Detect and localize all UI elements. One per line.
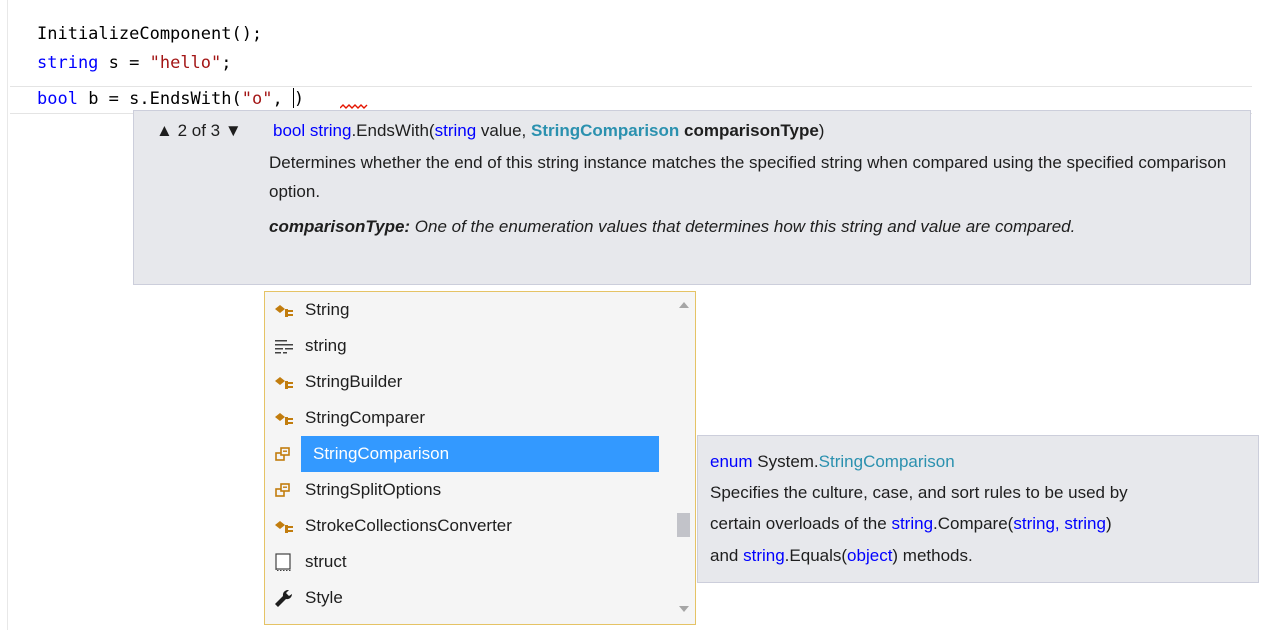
return-type: bool	[273, 121, 306, 140]
param1-name: value,	[476, 121, 531, 140]
text-run: .Compare(	[933, 514, 1014, 533]
list-item-selected[interactable]: StringComparison	[275, 436, 659, 472]
overload-navigator: ▲ 2 of 3 ▼	[156, 121, 242, 141]
wrench-icon	[271, 587, 297, 609]
owner-type: string	[309, 121, 352, 140]
text-run: )	[1105, 514, 1112, 533]
namespace: System.	[752, 452, 819, 471]
param1-type: string	[434, 121, 477, 140]
code-text: InitializeComponent();	[37, 24, 263, 44]
list-item[interactable]: string	[271, 328, 659, 364]
code-line-3[interactable]: bool b = s.EndsWith("o", )	[37, 88, 304, 110]
list-item[interactable]: StringSplitOptions	[271, 472, 659, 508]
signature-help-tooltip: ▲ 2 of 3 ▼ bool string.EndsWith(string v…	[133, 110, 1251, 285]
method-signature: bool string.EndsWith(string value, Strin…	[273, 121, 824, 141]
list-item[interactable]: StrokeCollectionsConverter	[271, 508, 659, 544]
enum-icon	[271, 443, 297, 465]
parameter-text: One of the enumeration values that deter…	[410, 217, 1076, 236]
editor-margin	[7, 0, 8, 630]
type-name: StringComparison	[818, 452, 955, 471]
scroll-up-icon[interactable]	[679, 302, 689, 308]
text-run: and	[710, 546, 744, 565]
list-item[interactable]: String	[271, 292, 659, 328]
scrollbar-thumb[interactable]	[677, 513, 690, 537]
list-item-label: StringComparer	[305, 408, 425, 427]
param2-type: StringComparison	[530, 121, 680, 140]
list-item[interactable]: StringBuilder	[271, 364, 659, 400]
code-text: ,	[272, 89, 293, 109]
completion-scrollbar[interactable]	[673, 292, 695, 624]
list-item[interactable]: Style	[271, 580, 659, 616]
list-item-label: StrokeCollectionsConverter	[305, 516, 512, 535]
quick-info-text: and string.Equals(object) methods.	[710, 546, 973, 566]
type-link: string, string	[1013, 514, 1106, 533]
type-link: object	[847, 546, 893, 565]
method-description: Determines whether the end of this strin…	[269, 153, 1227, 201]
class-icon	[271, 371, 297, 393]
list-item-label: struct	[305, 552, 347, 571]
previous-overload-button[interactable]: ▲	[156, 121, 173, 140]
list-item[interactable]: StringComparer	[271, 400, 659, 436]
code-text: b = s.EndsWith(	[77, 89, 242, 109]
list-item-label: Style	[305, 588, 343, 607]
code-line-1[interactable]: InitializeComponent();	[37, 23, 262, 45]
code-editor[interactable]: InitializeComponent(); string s = "hello…	[0, 0, 1261, 630]
overload-counter: 2 of 3	[177, 121, 221, 140]
list-item[interactable]: struct	[271, 544, 659, 580]
parameter-name: comparisonType:	[269, 217, 411, 236]
class-icon	[271, 515, 297, 537]
list-item-label: StringBuilder	[305, 372, 403, 391]
type-link: string	[891, 514, 934, 533]
snippet-icon	[271, 551, 297, 573]
code-line-2[interactable]: string s = "hello";	[37, 52, 232, 74]
list-item-label: string	[305, 336, 347, 355]
text-run: certain overloads of the	[710, 514, 892, 533]
code-text: )	[293, 89, 305, 109]
quick-info-text: certain overloads of the string.Compare(…	[710, 514, 1112, 534]
type-link: string	[743, 546, 785, 565]
list-item-label: StringComparison	[313, 444, 450, 463]
keyword-token: bool	[37, 89, 78, 109]
string-literal: "o"	[241, 89, 273, 109]
completion-list[interactable]: String string StringBuilder StringCompar…	[264, 291, 696, 625]
signature-close: )	[818, 121, 825, 140]
string-literal: "hello"	[149, 53, 222, 73]
code-text: s =	[98, 53, 150, 73]
class-icon	[271, 299, 297, 321]
parameter-description: comparisonType: One of the enumeration v…	[269, 212, 1229, 241]
list-item-label: StringSplitOptions	[305, 480, 442, 499]
param2-name: comparisonType	[684, 121, 819, 140]
enum-icon	[271, 479, 297, 501]
text-run: .Equals(	[784, 546, 848, 565]
enum-keyword: enum	[710, 452, 753, 471]
quick-info-tooltip: enum System.StringComparison Specifies t…	[697, 435, 1259, 583]
scroll-down-icon[interactable]	[679, 606, 689, 612]
method-name: .EndsWith(	[351, 121, 435, 140]
keyword-token: string	[37, 53, 99, 73]
next-overload-button[interactable]: ▼	[225, 121, 242, 140]
class-icon	[271, 407, 297, 429]
keyword-icon	[271, 335, 297, 357]
text-run: ) methods.	[892, 546, 973, 565]
quick-info-text: Specifies the culture, case, and sort ru…	[710, 483, 1128, 502]
quick-info-title: enum System.StringComparison	[710, 452, 955, 472]
code-text: ;	[221, 53, 232, 73]
list-item-label: String	[305, 300, 350, 319]
